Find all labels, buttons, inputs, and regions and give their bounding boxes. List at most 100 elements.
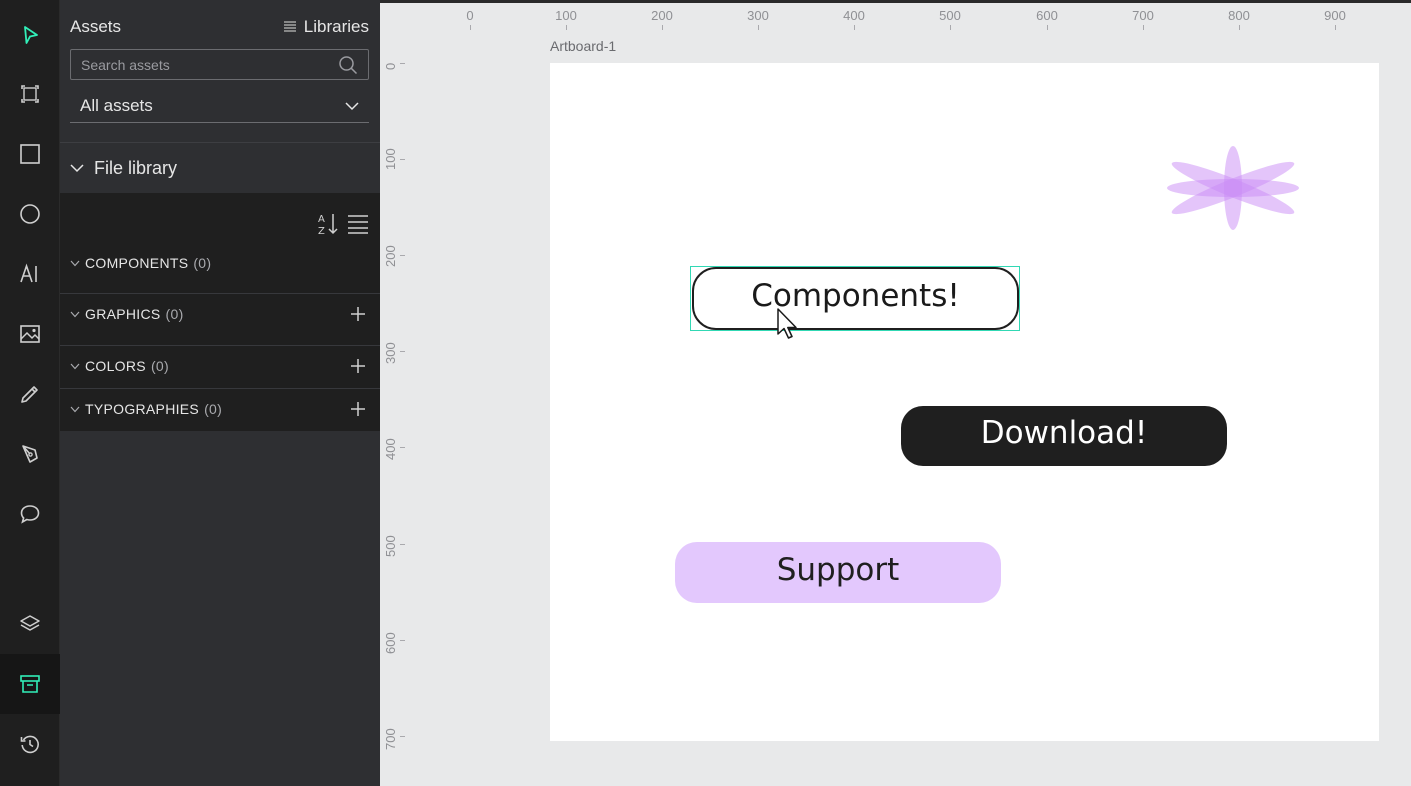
components-button[interactable]: Components! [692,267,1019,330]
group-label: COMPONENTS [85,255,189,271]
ruler-label: 400 [843,8,865,23]
search-icon[interactable] [338,55,358,75]
ruler-tick [470,25,471,30]
image-tool-button[interactable] [0,304,60,364]
chevron-down-icon [70,164,84,173]
rectangle-tool-button[interactable] [0,124,60,184]
ruler-label: 100 [383,148,398,170]
pen-icon [22,445,38,463]
file-library-content: A Z COMPONENTS (0) GRAPHICS (0) COLORS (… [60,193,380,431]
left-toolbar [0,0,60,786]
ruler-label: 400 [383,438,398,460]
pencil-icon [21,386,38,403]
assets-panel: Assets Libraries All assets File library… [60,0,380,786]
components-group[interactable]: COMPONENTS (0) [60,243,380,283]
ruler-tick [854,25,855,30]
search-input[interactable] [81,56,338,73]
chevron-down-icon [70,406,80,413]
ruler-tick [400,447,405,448]
ruler-tick [400,736,405,737]
group-label: TYPOGRAPHIES [85,401,200,417]
graphics-group[interactable]: GRAPHICS (0) [60,294,380,334]
image-icon [20,325,40,343]
curve-tool-button[interactable] [0,364,60,424]
file-library-toggle[interactable]: File library [60,143,380,193]
ruler-tick [400,255,405,256]
ruler-tick [400,159,405,160]
design-canvas[interactable]: 0 100 200 300 400 500 600 700 800 900 0 … [380,0,1411,786]
ruler-tick [662,25,663,30]
ruler-label: 300 [383,342,398,364]
ruler-label: 900 [1324,8,1346,23]
chevron-down-icon [70,311,80,318]
artboard[interactable]: Components! Download! Support [550,63,1379,741]
ruler-tick [758,25,759,30]
ruler-label: 600 [1036,8,1058,23]
flower-shape[interactable] [1165,140,1305,240]
file-library-label: File library [94,157,178,178]
ruler-tick [400,640,405,641]
rectangle-icon [20,144,40,164]
svg-text:A: A [318,214,325,225]
chevron-down-icon [70,260,80,267]
ruler-label: 0 [383,62,398,70]
ruler-label: 300 [747,8,769,23]
group-count: (0) [193,255,212,271]
chevron-down-icon [70,363,80,370]
ruler-tick [400,544,405,545]
ruler-label: 800 [1228,8,1250,23]
list-view-icon[interactable] [347,214,369,234]
panel-header: Assets Libraries [70,16,369,38]
chevron-down-icon [345,102,359,111]
ruler-label: 700 [1132,8,1154,23]
group-count: (0) [204,401,223,417]
assets-filter-select[interactable]: All assets [70,90,369,123]
artboard-title[interactable]: Artboard-1 [550,38,616,54]
add-graphic-icon[interactable] [350,306,366,322]
add-typography-icon[interactable] [350,401,366,417]
libraries-button[interactable]: Libraries [283,17,369,37]
typographies-group[interactable]: TYPOGRAPHIES (0) [60,389,380,429]
path-tool-button[interactable] [0,424,60,484]
ruler-tick [1335,25,1336,30]
colors-group[interactable]: COLORS (0) [60,346,380,386]
ruler-tick [1143,25,1144,30]
layers-tool-button[interactable] [0,594,60,654]
ruler-tick [400,351,405,352]
group-count: (0) [150,358,169,374]
add-color-icon[interactable] [350,358,366,374]
support-button[interactable]: Support [675,542,1001,603]
ellipse-icon [20,204,40,224]
layers-icon [20,615,40,631]
board-tool-button[interactable] [0,64,60,124]
move-tool-button[interactable] [0,5,60,65]
svg-text:Z: Z [318,226,325,236]
assets-tool-button[interactable] [0,654,60,714]
comment-icon [20,505,40,524]
ruler-tick [1047,25,1048,30]
panel-title: Assets [70,17,122,36]
filter-value: All assets [80,96,153,115]
top-border [380,0,1411,3]
libraries-icon [283,21,296,32]
comments-tool-button[interactable] [0,484,60,544]
ruler-label: 0 [466,8,474,23]
text-icon [20,263,37,283]
ruler-label: 200 [651,8,673,23]
ruler-label: 600 [383,632,398,654]
ruler-label: 100 [555,8,577,23]
ruler-label: 500 [939,8,961,23]
ellipse-tool-button[interactable] [0,184,60,244]
text-tool-button[interactable] [0,244,60,304]
pointer-icon [24,26,38,44]
sort-icon[interactable]: A Z [317,212,339,236]
ruler-label: 200 [383,245,398,267]
group-label: COLORS [85,358,146,374]
group-count: (0) [165,306,184,322]
search-box[interactable] [70,49,369,80]
history-icon [20,735,39,754]
ruler-label: 700 [383,728,398,750]
download-button[interactable]: Download! [901,406,1227,466]
ruler-tick [1239,25,1240,30]
history-tool-button[interactable] [0,714,60,774]
